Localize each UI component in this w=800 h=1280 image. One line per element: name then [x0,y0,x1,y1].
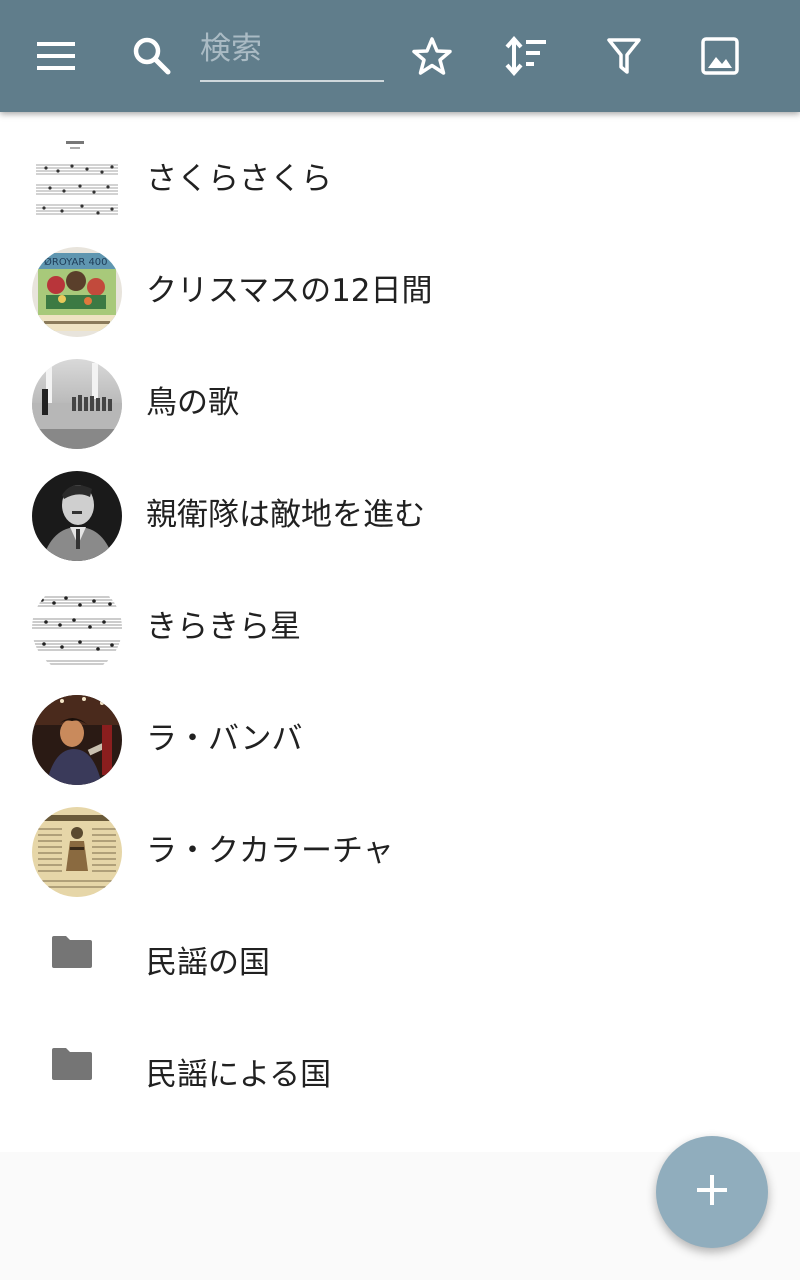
list-item[interactable]: ØROYAR 400 クリスマスの12日間 [0,224,800,337]
add-button[interactable] [656,1136,768,1248]
portrait-thumbnail [32,471,122,561]
search-input[interactable] [200,26,384,72]
concert-photo-thumbnail [32,695,122,785]
list-item-folder[interactable]: 民謡の国 [0,896,800,1008]
list-item[interactable]: 親衛隊は敵地を進む [0,448,800,561]
folder-icon [50,1046,94,1086]
list-item-folder[interactable]: 民謡による国 [0,1008,800,1120]
list-item[interactable]: 鳥の歌 [0,336,800,449]
list-item-label: さくらさくら [146,161,332,197]
list-item[interactable]: さくらさくら [0,112,800,225]
list-item-label: 民謡の国 [146,945,270,981]
list-item-label: 親衛隊は敵地を進む [146,497,425,533]
app-toolbar [0,0,800,112]
plus-icon [697,1175,727,1209]
list-item[interactable]: きらきら星 [0,560,800,673]
favorites-button[interactable] [400,24,464,88]
screen: さくらさくら ØROYAR 400 [0,0,800,1280]
search-icon [133,37,171,75]
filter-button[interactable] [592,24,656,88]
list-item-label: ラ・クカラーチャ [146,833,394,869]
folder-icon [50,934,94,974]
list-item-label: ラ・バンバ [146,721,303,757]
menu-button[interactable] [24,24,88,88]
sheet-music-thumbnail [32,135,122,225]
image-icon [701,37,739,75]
menu-icon [37,42,75,70]
svg-text:ØROYAR 400: ØROYAR 400 [44,256,108,268]
sheet-music-thumbnail [32,583,122,673]
song-list: さくらさくら ØROYAR 400 クリスマスの12日間 鳥の歌 親衛隊は敵地を… [0,112,800,1152]
star-outline-icon [411,36,453,76]
list-item-label: きらきら星 [146,609,301,645]
list-item-label: 鳥の歌 [146,385,239,421]
stamp-thumbnail: ØROYAR 400 [32,247,122,337]
list-item-label: 民謡による国 [146,1057,332,1093]
list-item[interactable]: ラ・バンバ [0,672,800,785]
list-item-label: クリスマスの12日間 [146,273,433,309]
old-print-thumbnail [32,807,122,897]
sort-icon [504,36,548,76]
list-item[interactable]: ラ・クカラーチャ [0,784,800,897]
bw-photo-thumbnail [32,359,122,449]
sort-button[interactable] [494,24,558,88]
search-button[interactable] [120,24,184,88]
image-view-button[interactable] [688,24,752,88]
search-field [200,22,384,82]
filter-icon [606,36,642,76]
